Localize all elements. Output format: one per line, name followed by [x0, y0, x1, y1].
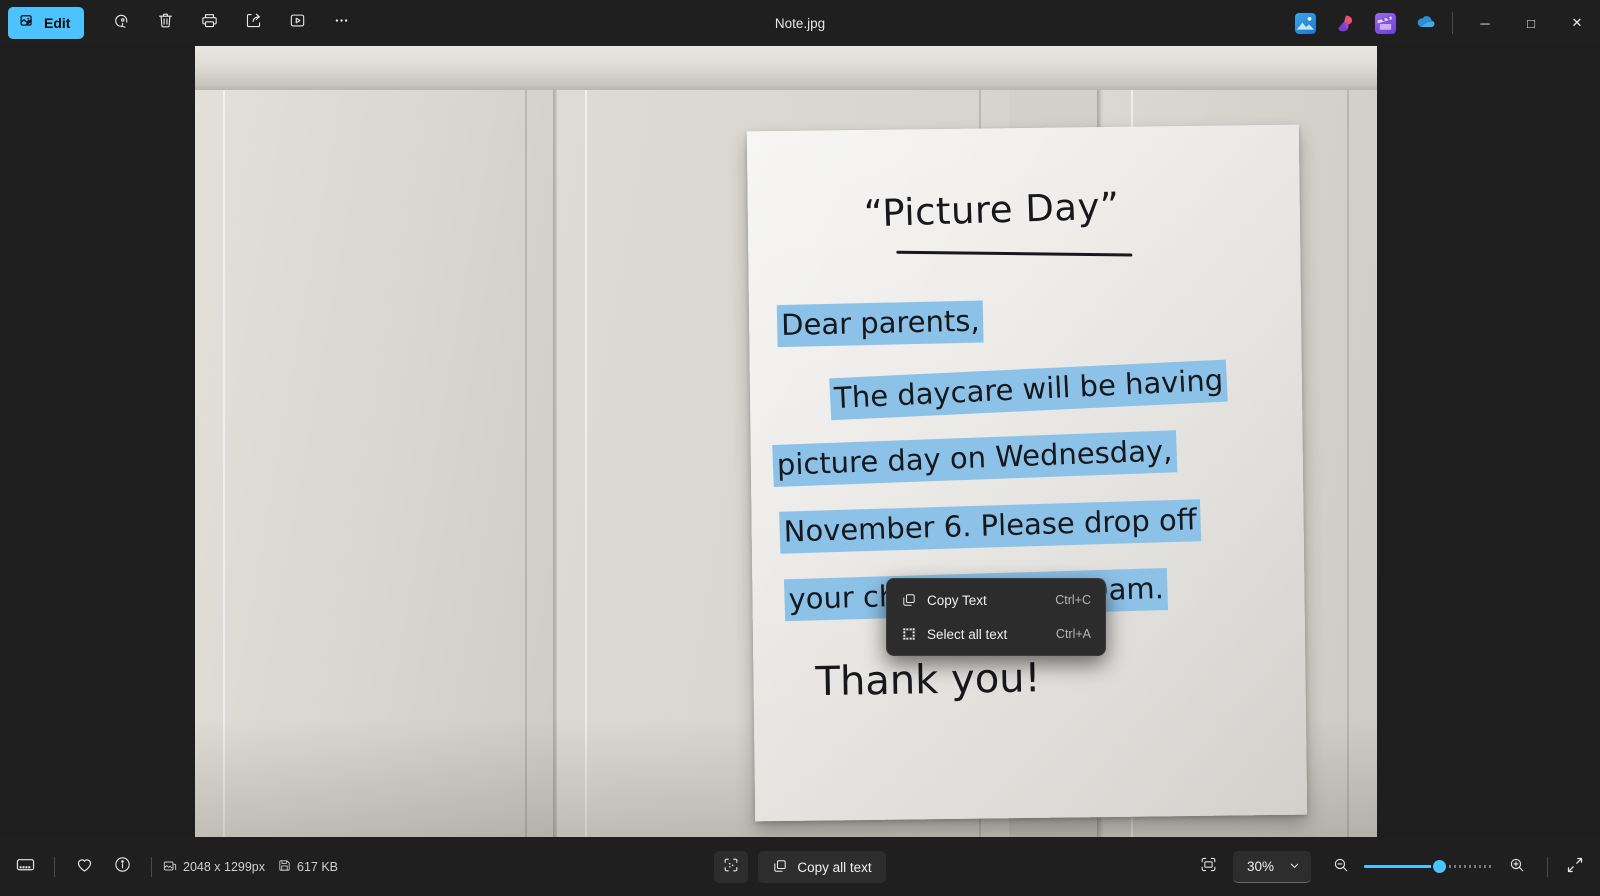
- edit-image-icon: [19, 13, 36, 33]
- delete-button[interactable]: [144, 7, 186, 39]
- close-icon: ✕: [1571, 15, 1583, 30]
- filesize-metadata: 617 KB: [277, 858, 338, 876]
- print-button[interactable]: [188, 7, 230, 39]
- close-button[interactable]: ✕: [1554, 0, 1600, 46]
- edit-button-label: Edit: [44, 15, 71, 31]
- info-button[interactable]: [103, 850, 141, 884]
- edit-button[interactable]: Edit: [8, 7, 85, 39]
- status-bar: 2048 x 1299px 617 KB Copy all text 30%: [0, 838, 1600, 896]
- status-divider-3: [1547, 857, 1548, 877]
- share-icon: [244, 11, 263, 35]
- scan-text-icon: [722, 856, 740, 879]
- onedrive-app-icon[interactable]: [1405, 0, 1445, 46]
- context-menu-item-select-all-text[interactable]: Select all text Ctrl+A: [891, 617, 1101, 651]
- fullscreen-button[interactable]: [1558, 850, 1592, 884]
- dimensions-metadata: 2048 x 1299px: [162, 858, 265, 877]
- copy-all-text-icon: [772, 858, 788, 877]
- status-bar-right-group: 30%: [1191, 850, 1600, 884]
- select-all-icon: [901, 626, 927, 642]
- ellipsis-icon: [332, 11, 351, 35]
- select-all-text-label: Select all text: [927, 626, 1008, 642]
- text-context-menu: Copy Text Ctrl+C Select all text Ctrl+A: [886, 578, 1106, 656]
- zoom-in-icon: [1508, 856, 1526, 879]
- trash-icon: [156, 11, 175, 35]
- zoom-out-button[interactable]: [1327, 853, 1355, 881]
- zoom-in-button[interactable]: [1503, 853, 1531, 881]
- status-divider-1: [54, 857, 55, 877]
- photos-app-glyph: [1294, 12, 1316, 34]
- note-line-6: Thank you!: [815, 655, 1041, 706]
- context-menu-item-copy-text[interactable]: Copy Text Ctrl+C: [891, 583, 1101, 617]
- copy-all-text-label: Copy all text: [797, 859, 872, 875]
- clipchamp-app-glyph: [1374, 12, 1396, 34]
- zoom-level-value: 30%: [1246, 859, 1274, 874]
- image-viewer-canvas[interactable]: “Picture Day” Dear parents, The daycare …: [0, 46, 1600, 838]
- minimize-icon: ─: [1480, 15, 1490, 31]
- onedrive-app-glyph: [1414, 9, 1437, 37]
- zoom-slider-thumb[interactable]: [1433, 860, 1447, 873]
- note-line-3: picture day on Wednesday,: [772, 430, 1178, 488]
- photos-app-window: Edit Note.jpg ─ □ ✕ “Picture Day” Dear p…: [0, 0, 1600, 896]
- dimensions-text: 2048 x 1299px: [183, 860, 266, 874]
- filmstrip-icon: [15, 854, 36, 880]
- ocr-highlight-1: Dear parents,: [776, 300, 985, 348]
- copy-icon: [901, 592, 927, 608]
- filesize-text: 617 KB: [297, 860, 339, 874]
- rotate-icon: [112, 11, 131, 35]
- fullscreen-icon: [1565, 855, 1585, 880]
- fit-to-window-button[interactable]: [1191, 851, 1227, 883]
- filmstrip-toggle-button[interactable]: [6, 850, 44, 884]
- copy-text-label: Copy Text: [927, 592, 987, 608]
- designer-app-icon[interactable]: [1325, 0, 1365, 46]
- fit-to-window-icon: [1199, 855, 1218, 879]
- photo-image[interactable]: “Picture Day” Dear parents, The daycare …: [195, 46, 1377, 837]
- ocr-highlight-3: picture day on Wednesday,: [772, 430, 1178, 488]
- scan-text-button[interactable]: [714, 851, 749, 883]
- heart-icon: [75, 855, 94, 879]
- more-button[interactable]: [320, 7, 362, 39]
- ocr-highlight-4: November 6. Please drop off: [779, 499, 1202, 554]
- dimensions-icon: [162, 858, 178, 877]
- note-line-1: Dear parents,: [776, 300, 985, 348]
- minimize-button[interactable]: ─: [1462, 0, 1508, 46]
- rotate-button[interactable]: [100, 7, 142, 39]
- status-divider-2: [151, 857, 152, 877]
- play-box-icon: [288, 11, 307, 35]
- maximize-icon: □: [1527, 15, 1535, 31]
- cabinet-crown-molding: [195, 46, 1377, 90]
- photos-app-icon[interactable]: [1285, 0, 1325, 46]
- note-line-4: November 6. Please drop off: [779, 499, 1202, 554]
- zoom-level-select[interactable]: 30%: [1232, 851, 1311, 883]
- note-text-layer: “Picture Day” Dear parents, The daycare …: [747, 125, 1307, 822]
- note-title: “Picture Day”: [863, 184, 1121, 236]
- title-bar-right-group: ─ □ ✕: [1285, 0, 1600, 46]
- clipchamp-app-icon[interactable]: [1365, 0, 1405, 46]
- status-bar-left-group: 2048 x 1299px 617 KB: [0, 850, 338, 884]
- maximize-button[interactable]: □: [1508, 0, 1554, 46]
- ocr-highlight-2: The daycare will be having: [829, 359, 1229, 421]
- toolbar-left-group: Edit: [0, 7, 362, 39]
- slideshow-button[interactable]: [276, 7, 318, 39]
- zoom-slider-fill: [1364, 865, 1440, 868]
- copy-all-text-button[interactable]: Copy all text: [758, 851, 886, 883]
- note-line-2: The daycare will be having: [829, 359, 1229, 421]
- title-bar: Edit Note.jpg ─ □ ✕: [0, 0, 1600, 46]
- save-disk-icon: [277, 858, 292, 876]
- titlebar-divider: [1452, 12, 1453, 34]
- file-metadata: 2048 x 1299px 617 KB: [162, 858, 338, 877]
- favorite-button[interactable]: [65, 850, 103, 884]
- info-icon: [113, 855, 132, 879]
- designer-app-glyph: [1334, 12, 1356, 34]
- printer-icon: [200, 11, 219, 35]
- chevron-down-icon: [1288, 859, 1301, 875]
- zoom-controls: [1327, 853, 1531, 881]
- note-title-underline: [896, 250, 1133, 257]
- zoom-out-icon: [1332, 856, 1350, 879]
- share-button[interactable]: [232, 7, 274, 39]
- zoom-slider[interactable]: [1364, 858, 1494, 876]
- select-all-text-shortcut: Ctrl+A: [1055, 627, 1091, 641]
- paper-note[interactable]: “Picture Day” Dear parents, The daycare …: [746, 124, 1308, 822]
- copy-text-shortcut: Ctrl+C: [1055, 593, 1091, 607]
